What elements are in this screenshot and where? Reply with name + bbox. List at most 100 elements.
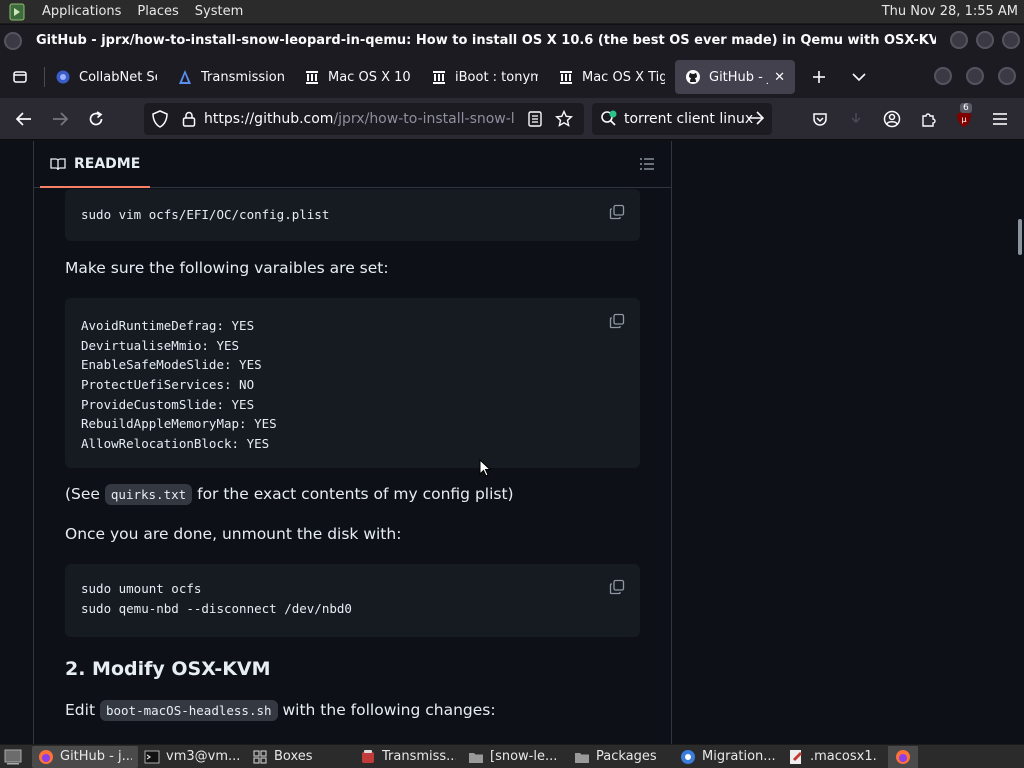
applications-menu-icon[interactable] — [8, 3, 26, 21]
inline-code: quirks.txt — [104, 484, 193, 505]
taskbar-label: Migration... — [702, 749, 776, 764]
text: (See — [65, 485, 100, 503]
tab-strip: CollabNet Se Transmission Mac OS X 10.( … — [0, 56, 1024, 98]
lock-icon[interactable] — [182, 111, 198, 127]
top-panel: Applications Places System Thu Nov 28, 1… — [0, 0, 1024, 24]
pocket-icon[interactable] — [804, 103, 836, 135]
taskbar-item-firefox[interactable]: GitHub - j... — [32, 745, 138, 768]
url-text[interactable]: https://github.com/jprx/how-to-install-s… — [204, 111, 514, 127]
minimize-icon[interactable] — [934, 67, 952, 85]
show-desktop-icon[interactable] — [2, 746, 24, 768]
taskbar-item-packages[interactable]: Packages — [568, 746, 674, 768]
ublock-icon[interactable]: μ 6 — [948, 103, 980, 135]
taskbar-item-snow-leopard-folder[interactable]: [snow-le... — [462, 746, 568, 768]
code-block-quirks: AvoidRuntimeDefrag: YES DevirtualiseMmio… — [65, 298, 640, 468]
taskbar-item-text-editor[interactable]: .macosx1... — [782, 746, 884, 768]
bookmark-star-icon[interactable] — [555, 110, 573, 128]
new-tab-icon[interactable] — [803, 61, 835, 93]
tab-label: CollabNet Se — [79, 69, 157, 85]
copy-icon[interactable] — [608, 203, 626, 221]
taskbar-label: Transmiss... — [382, 749, 456, 764]
extensions-icon[interactable] — [912, 103, 944, 135]
window-title: GitHub - jprx/how-to-install-snow-leopar… — [36, 33, 936, 48]
mouse-cursor-icon — [479, 459, 491, 477]
reload-icon[interactable] — [80, 103, 112, 135]
tab-label: Mac OS X Tig — [582, 69, 665, 85]
tab-collabnet[interactable]: CollabNet Se — [45, 60, 167, 94]
address-bar[interactable]: https://github.com/jprx/how-to-install-s… — [144, 103, 584, 135]
code-line: AvoidRuntimeDefrag: YES — [81, 318, 255, 333]
applications-menu[interactable]: Applications — [34, 0, 129, 24]
paragraph: Once you are done, unmount the disk with… — [65, 525, 402, 543]
code-line: sudo umount ocfs — [81, 581, 202, 596]
workspace-switcher-icon[interactable] — [888, 745, 918, 768]
paragraph: Make sure the following varaibles are se… — [65, 259, 389, 277]
hamburger-menu-icon[interactable] — [984, 103, 1016, 135]
tab-macosx-10[interactable]: Mac OS X 10.( — [294, 60, 421, 94]
search-go-arrow-icon[interactable] — [748, 111, 764, 125]
places-menu[interactable]: Places — [129, 0, 186, 24]
reader-view-icon[interactable] — [528, 111, 542, 127]
taskbar-item-terminal[interactable]: vm3@vm... — [138, 746, 246, 768]
window-titlebar[interactable]: GitHub - jprx/how-to-install-snow-leopar… — [0, 25, 1024, 56]
taskbar-item-boxes[interactable]: Boxes — [246, 746, 354, 768]
tab-transmission[interactable]: Transmission — [167, 60, 294, 94]
terminal-icon — [144, 749, 160, 765]
taskbar-label: GitHub - j... — [60, 749, 132, 764]
tab-label: Mac OS X 10.( — [328, 69, 411, 85]
forward-arrow-icon[interactable] — [44, 103, 76, 135]
back-arrow-icon[interactable] — [8, 103, 40, 135]
account-icon[interactable] — [876, 103, 908, 135]
maximize-icon[interactable] — [976, 31, 994, 49]
tab-label: Transmission — [201, 69, 284, 85]
code-block-unmount: sudo umount ocfs sudo qemu-nbd --disconn… — [65, 564, 640, 637]
readme-header: README — [34, 141, 671, 188]
copy-icon[interactable] — [608, 312, 626, 330]
code-line: sudo vim ocfs/EFI/OC/config.plist — [81, 207, 330, 222]
svg-text:μ: μ — [961, 115, 966, 124]
close-window-icon[interactable] — [1002, 31, 1020, 49]
taskbar-label: Packages — [596, 749, 657, 764]
text-editor-icon — [788, 749, 804, 765]
copy-icon[interactable] — [608, 578, 626, 596]
window-menu-icon[interactable] — [4, 31, 22, 50]
tab-iboot[interactable]: iBoot : tonym — [421, 60, 548, 94]
tab-macosx-tiger[interactable]: Mac OS X Tig — [548, 60, 675, 94]
search-engine-icon — [600, 110, 618, 128]
github-favicon — [685, 69, 701, 85]
archive-favicon — [558, 69, 574, 85]
code-line: AllowRelocationBlock: YES — [81, 436, 270, 452]
maximize-icon[interactable] — [966, 67, 984, 85]
code-line: ProtectUefiServices: NO — [81, 377, 255, 393]
text: Edit — [65, 701, 96, 719]
taskbar-item-migration[interactable]: Migration... — [674, 746, 782, 768]
firefox-view-icon[interactable] — [4, 61, 36, 93]
list-all-tabs-icon[interactable] — [843, 61, 875, 93]
minimize-icon[interactable] — [950, 31, 968, 49]
tab-github-active[interactable]: GitHub - jp ✕ — [675, 60, 795, 94]
code-line: EnableSafeModeSlide: YES — [81, 357, 262, 373]
shield-icon[interactable] — [152, 110, 174, 128]
taskbar-label: vm3@vm... — [166, 749, 240, 764]
collabnet-favicon — [55, 69, 71, 85]
outline-list-icon[interactable] — [639, 156, 655, 172]
readme-tab-label: README — [74, 155, 141, 172]
scrollbar-thumb[interactable] — [1018, 219, 1022, 255]
transmission-icon — [360, 749, 376, 765]
code-line: DevirtualiseMmio: YES — [81, 337, 240, 353]
taskbar-item-transmission[interactable]: Transmiss... — [354, 746, 462, 768]
system-menu[interactable]: System — [187, 0, 251, 24]
clock[interactable]: Thu Nov 28, 1:55 AM — [882, 0, 1018, 24]
search-field[interactable]: torrent client linux — [592, 103, 772, 135]
archive-favicon — [304, 69, 320, 85]
boxes-icon — [252, 749, 268, 765]
readme-tab[interactable]: README — [40, 141, 151, 188]
close-window-icon[interactable] — [998, 67, 1016, 85]
taskbar-label: Boxes — [274, 749, 313, 764]
url-host: https://github.com — [204, 111, 334, 127]
ublock-badge: 6 — [960, 103, 972, 113]
book-icon — [50, 156, 66, 172]
firefox-icon — [38, 749, 54, 765]
downloads-icon[interactable] — [840, 103, 872, 135]
close-tab-icon[interactable]: ✕ — [774, 70, 785, 85]
